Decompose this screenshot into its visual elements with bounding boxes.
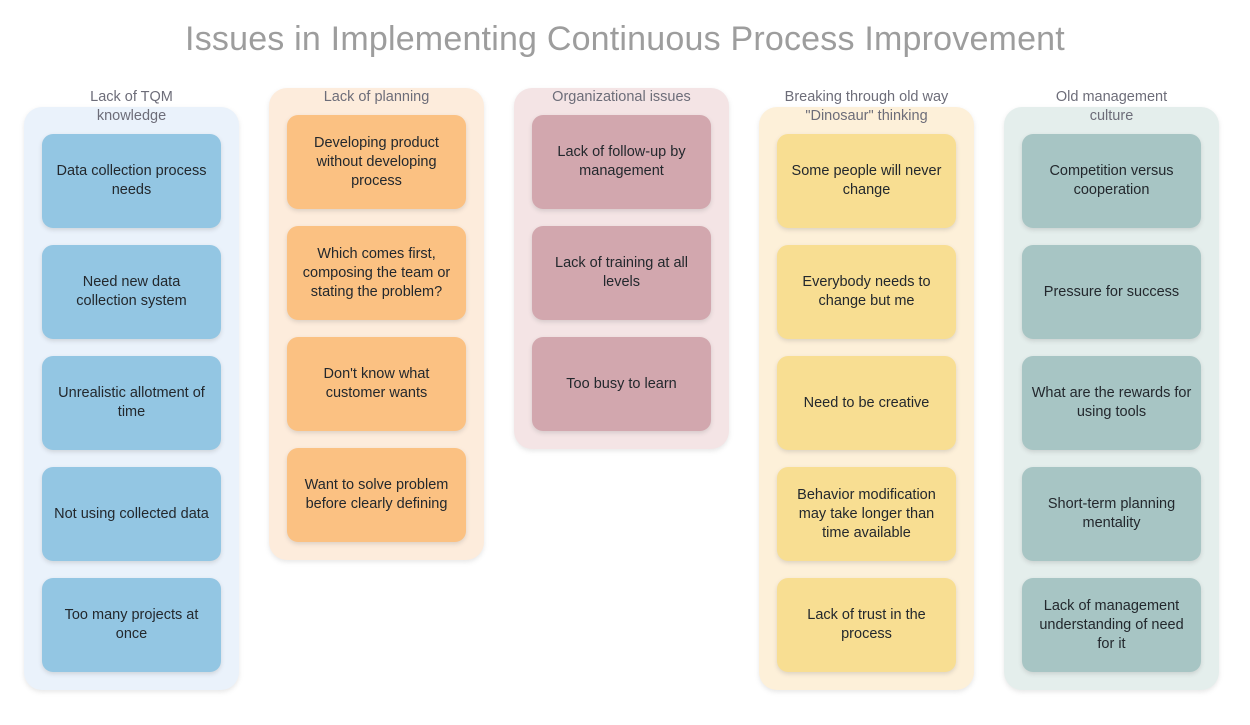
sticky-note[interactable]: Want to solve problem before clearly def… bbox=[287, 448, 466, 542]
sticky-note-text: Everybody needs to change but me bbox=[802, 274, 931, 309]
column-container-lack-of-tqm-knowledge: Data collection process needs Need new da… bbox=[24, 107, 239, 690]
column-header-organizational-issues: Organizational issues bbox=[552, 89, 691, 105]
column-container-old-management-culture: Competition versus cooperation Pressure f… bbox=[1004, 107, 1219, 690]
sticky-note-text: Short-term planning mentality bbox=[1047, 496, 1176, 531]
sticky-note-text: Lack of follow-up by management bbox=[557, 144, 686, 179]
sticky-note[interactable]: Which comes first, composing the team or… bbox=[287, 226, 466, 320]
sticky-note-text: Need to be creative bbox=[803, 394, 930, 411]
sticky-note-text: Not using collected data bbox=[54, 505, 209, 522]
column-header-old-management-culture: Old management culture bbox=[1055, 89, 1168, 124]
sticky-note-text: Some people will never change bbox=[791, 163, 942, 198]
sticky-note-text: Data collection process needs bbox=[56, 163, 207, 198]
sticky-note-text: Too many projects at once bbox=[64, 607, 199, 642]
sticky-note[interactable]: Unrealistic allotment of time bbox=[42, 356, 221, 450]
sticky-note-text: Unrealistic allotment of time bbox=[58, 385, 205, 420]
sticky-note[interactable]: Lack of management understanding of need… bbox=[1022, 578, 1201, 672]
affinity-column-lack-of-planning: Lack of planning Developing product witho… bbox=[269, 88, 484, 560]
sticky-note[interactable]: Behavior modification may take longer th… bbox=[777, 467, 956, 561]
sticky-note-text: Pressure for success bbox=[1043, 283, 1180, 300]
sticky-note[interactable]: Lack of follow-up by management bbox=[532, 115, 711, 209]
sticky-note[interactable]: Short-term planning mentality bbox=[1022, 467, 1201, 561]
sticky-note[interactable]: Need to be creative bbox=[777, 356, 956, 450]
sticky-note-text: Too busy to learn bbox=[566, 375, 677, 392]
sticky-note-text: What are the rewards for using tools bbox=[1031, 385, 1192, 420]
sticky-note[interactable]: Lack of trust in the process bbox=[777, 578, 956, 672]
column-header-lack-of-planning: Lack of planning bbox=[323, 89, 430, 105]
sticky-note[interactable]: Pressure for success bbox=[1022, 245, 1201, 339]
affinity-columns: Lack of TQM knowledge Data collection pro… bbox=[0, 88, 1250, 718]
sticky-note[interactable]: Too busy to learn bbox=[532, 337, 711, 431]
sticky-note-text: Lack of training at all levels bbox=[555, 255, 688, 290]
sticky-note[interactable]: Not using collected data bbox=[42, 467, 221, 561]
sticky-note-text: Behavior modification may take longer th… bbox=[797, 486, 936, 541]
sticky-note-text: Lack of management understanding of need… bbox=[1039, 597, 1184, 652]
sticky-note-text: Which comes first, composing the team or… bbox=[302, 245, 451, 300]
affinity-column-organizational-issues: Organizational issues Lack of follow-up b… bbox=[514, 88, 729, 449]
sticky-note[interactable]: Developing product without developing pr… bbox=[287, 115, 466, 209]
column-header-breaking-through-old-way-dinosaur-thinking: Breaking through old way "Dinosaur" thin… bbox=[784, 89, 949, 124]
sticky-note-text: Don't know what customer wants bbox=[323, 366, 430, 401]
sticky-note[interactable]: Lack of training at all levels bbox=[532, 226, 711, 320]
affinity-column-lack-of-tqm-knowledge: Lack of TQM knowledge Data collection pro… bbox=[24, 88, 239, 690]
sticky-note[interactable]: Competition versus cooperation bbox=[1022, 134, 1201, 228]
sticky-note-text: Lack of trust in the process bbox=[807, 607, 926, 642]
sticky-note-text: Competition versus cooperation bbox=[1049, 163, 1174, 198]
sticky-note[interactable]: Everybody needs to change but me bbox=[777, 245, 956, 339]
page-title: Issues in Implementing Continuous Proces… bbox=[185, 20, 1065, 58]
affinity-diagram-board: Issues in Implementing Continuous Proces… bbox=[0, 0, 1250, 725]
sticky-note-text: Want to solve problem before clearly def… bbox=[304, 477, 449, 512]
affinity-column-old-management-culture: Old management culture Competition versus… bbox=[1004, 88, 1219, 690]
sticky-note[interactable]: Need new data collection system bbox=[42, 245, 221, 339]
sticky-note-text: Need new data collection system bbox=[76, 274, 187, 309]
column-header-lack-of-tqm-knowledge: Lack of TQM knowledge bbox=[90, 89, 173, 124]
sticky-note-text: Developing product without developing pr… bbox=[314, 134, 439, 189]
sticky-note[interactable]: Don't know what customer wants bbox=[287, 337, 466, 431]
column-container-lack-of-planning: Developing product without developing pr… bbox=[269, 88, 484, 560]
sticky-note[interactable]: Too many projects at once bbox=[42, 578, 221, 672]
column-container-breaking-through-old-way-dinosaur-thinking: Some people will never change Everybody n… bbox=[759, 107, 974, 690]
column-container-organizational-issues: Lack of follow-up by management Lack of t… bbox=[514, 88, 729, 449]
sticky-note[interactable]: Data collection process needs bbox=[42, 134, 221, 228]
sticky-note[interactable]: What are the rewards for using tools bbox=[1022, 356, 1201, 450]
sticky-note[interactable]: Some people will never change bbox=[777, 134, 956, 228]
affinity-column-breaking-through-old-way-dinosaur-thinking: Breaking through old way "Dinosaur" thin… bbox=[759, 88, 974, 690]
